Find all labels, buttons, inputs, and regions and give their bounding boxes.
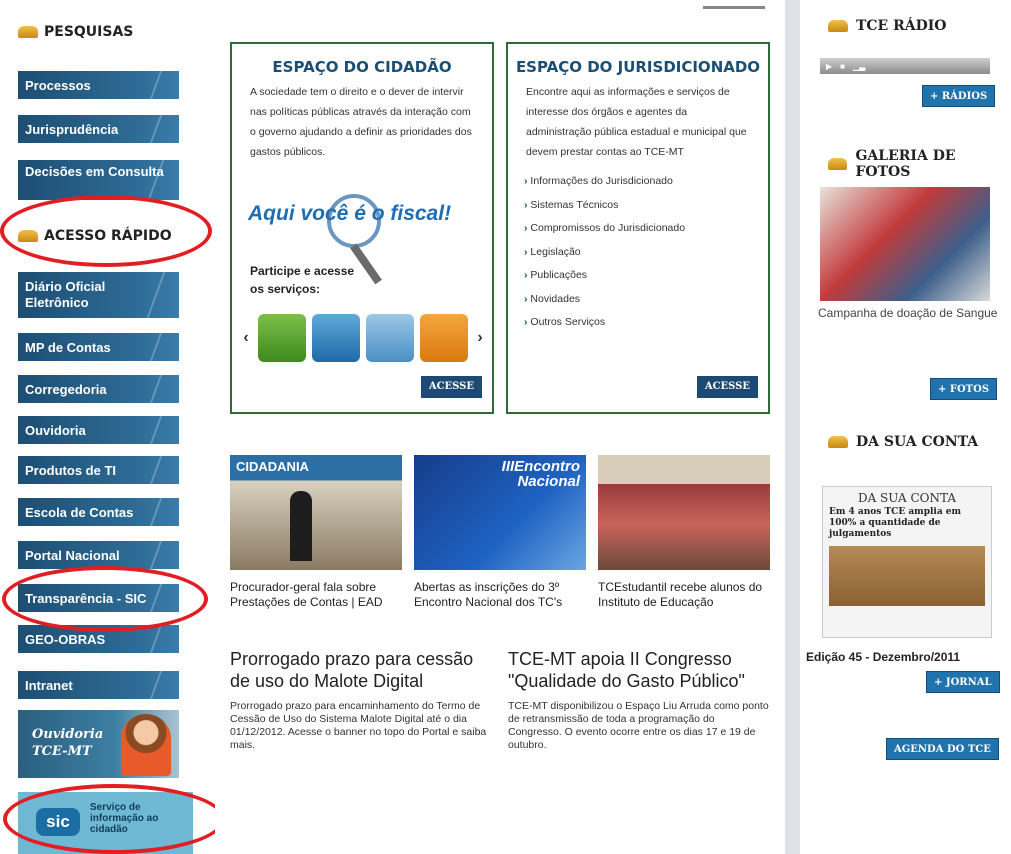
link-novidades[interactable]: Novidades [524, 288, 768, 312]
nav-jurisprudencia[interactable]: Jurisprudência [18, 115, 179, 143]
jornal-masthead: DA SUA CONTA [857, 491, 957, 505]
nav-produtos-ti[interactable]: Produtos de TI [18, 456, 179, 484]
link-publicacoes[interactable]: Publicações [524, 264, 768, 288]
gallery-photo[interactable] [820, 187, 990, 301]
acesse-jurisdicionado-button[interactable]: ACESSE [696, 376, 758, 398]
news-title-1[interactable]: Prorrogado prazo para cessão de uso do M… [230, 648, 490, 692]
jornal-photo [829, 546, 985, 606]
carousel-next-icon[interactable]: › [474, 329, 486, 347]
da-sua-conta-heading: DA SUA CONTA [828, 434, 978, 450]
espaco-cidadao-box: ESPAÇO DO CIDADÃO A sociedade tem o dire… [230, 42, 494, 414]
folder-icon [828, 436, 848, 448]
jornal-headline: Em 4 anos TCE amplia em 100% a quantidad… [829, 507, 962, 539]
sic-banner[interactable]: sic Serviço de informação ao cidadão [18, 792, 193, 854]
nav-ouvidoria[interactable]: Ouvidoria [18, 416, 179, 444]
nav-processos[interactable]: Processos [18, 71, 179, 99]
service-icon-2[interactable] [312, 314, 360, 362]
espaco-jurisdicionado-text: Encontre aqui as informações e serviços … [526, 86, 747, 158]
link-sistemas-tecnicos[interactable]: Sistemas Técnicos [524, 194, 768, 218]
folder-icon [828, 20, 848, 32]
agenda-button[interactable]: AGENDA DO TCE [886, 738, 999, 760]
news-thumb-encontro[interactable]: IIIEncontro Nacional [414, 455, 586, 570]
nav-transparencia-sic[interactable]: Transparência - SIC [18, 584, 179, 612]
galeria-heading: GALERIA DE FOTOS [828, 148, 1011, 180]
fotos-button[interactable]: + FOTOS [930, 378, 998, 400]
news-thumb-tcestudantil[interactable] [598, 455, 770, 570]
nav-mp-contas[interactable]: MP de Contas [18, 333, 179, 361]
thumb-label-encontro: IIIEncontro Nacional [501, 458, 580, 490]
link-informacoes[interactable]: Informações do Jurisdicionado [524, 170, 768, 194]
radio-player[interactable]: ▶ ■ ▁▃ [820, 58, 990, 74]
espaco-cidadao-text: A sociedade tem o direito e o dever de i… [250, 86, 472, 158]
news-caption-3[interactable]: TCEstudantil recebe alunos do Instituto … [598, 580, 776, 610]
top-divider [703, 6, 765, 9]
nav-intranet[interactable]: Intranet [18, 671, 179, 699]
sic-logo: sic [36, 808, 80, 836]
services-carousel: ‹ › [240, 312, 488, 364]
nav-diario-oficial[interactable]: Diário Oficial Eletrônico [18, 272, 179, 318]
news-body-2: TCE-MT disponibilizou o Espaço Liu Arrud… [508, 700, 769, 751]
nav-portal-nacional[interactable]: Portal Nacional [18, 541, 179, 569]
speaker-figure [290, 491, 312, 561]
ouvidoria-banner-text: Ouvidoria TCE-MT [32, 727, 104, 759]
service-icon-3[interactable] [366, 314, 414, 362]
news-title-2[interactable]: TCE-MT apoia II Congresso "Qualidade do … [508, 648, 783, 692]
espaco-cidadao-title: ESPAÇO DO CIDADÃO [272, 58, 452, 76]
folder-icon [18, 26, 38, 38]
jornal-cover[interactable]: DA SUA CONTA Em 4 anos TCE amplia em 100… [822, 486, 992, 638]
pesquisas-heading: PESQUISAS [18, 24, 133, 40]
radios-button[interactable]: + RÁDIOS [922, 85, 996, 107]
service-icon-1[interactable] [258, 314, 306, 362]
right-sidebar: TCE RÁDIO ▶ ■ ▁▃ + RÁDIOS GALERIA DE FOT… [800, 0, 1011, 854]
sic-banner-text: Serviço de informação ao cidadão [90, 802, 159, 835]
espaco-jurisdicionado-title: ESPAÇO DO JURISDICIONADO [515, 58, 761, 76]
radio-heading: TCE RÁDIO [828, 18, 947, 34]
carousel-prev-icon[interactable]: ‹ [240, 329, 252, 347]
jornal-button[interactable]: + JORNAL [926, 671, 1000, 693]
folder-icon [18, 230, 38, 242]
fiscal-slogan: Aqui você é o fiscal! [248, 202, 452, 225]
main-content: ESPAÇO DO CIDADÃO A sociedade tem o dire… [215, 0, 785, 854]
nav-decisoes-consulta[interactable]: Decisões em Consulta [18, 160, 179, 200]
news-thumb-cidadania[interactable]: CIDADANIA [230, 455, 402, 570]
news-body-1: Prorrogado prazo para encaminhamento do … [230, 700, 487, 751]
nav-corregedoria[interactable]: Corregedoria [18, 375, 179, 403]
service-icon-4[interactable] [420, 314, 468, 362]
news-caption-1[interactable]: Procurador-geral fala sobre Prestações d… [230, 580, 408, 610]
gallery-caption[interactable]: Campanha de doação de Sangue [818, 306, 998, 321]
edicao-label: Edição 45 - Dezembro/2011 [806, 650, 961, 664]
left-sidebar: PESQUISAS Processos Jurisprudência Decis… [0, 0, 225, 854]
news-caption-2[interactable]: Abertas as inscrições do 3º Encontro Nac… [414, 580, 592, 610]
attendant-image [121, 714, 171, 776]
folder-icon [828, 158, 848, 170]
acesso-rapido-heading: ACESSO RÁPIDO [18, 228, 172, 244]
play-icon[interactable]: ▶ [826, 62, 832, 71]
link-outros-servicos[interactable]: Outros Serviços [524, 311, 768, 335]
nav-geo-obras[interactable]: GEO-OBRAS [18, 625, 179, 653]
participe-text: Participe e acesse os serviços: [250, 264, 355, 296]
link-legislacao[interactable]: Legislação [524, 241, 768, 265]
ouvidoria-banner[interactable]: Ouvidoria TCE-MT [18, 710, 179, 778]
espaco-jurisdicionado-box: ESPAÇO DO JURISDICIONADO Encontre aqui a… [506, 42, 770, 414]
stop-icon[interactable]: ■ [840, 62, 845, 71]
volume-icon[interactable]: ▁▃ [853, 62, 865, 71]
thumb-label-cidadania: CIDADANIA [236, 459, 309, 474]
acesse-cidadao-button[interactable]: ACESSE [420, 376, 482, 398]
nav-escola-contas[interactable]: Escola de Contas [18, 498, 179, 526]
link-compromissos[interactable]: Compromissos do Jurisdicionado [524, 217, 768, 241]
jurisdicionado-links: Informações do Jurisdicionado Sistemas T… [508, 170, 768, 335]
